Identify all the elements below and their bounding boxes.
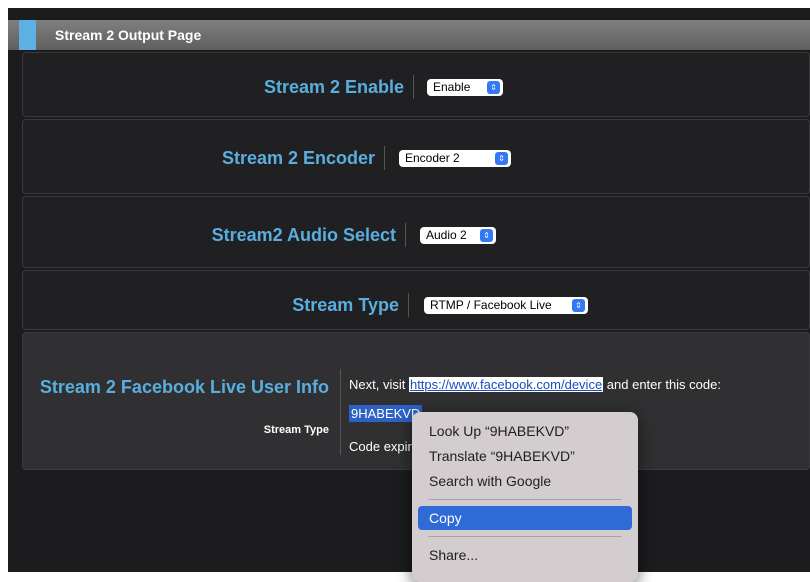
page-header: Stream 2 Output Page <box>8 20 810 50</box>
row-stream-encoder: Stream 2 Encoder Encoder 2 ⇕ <box>22 119 810 194</box>
menu-separator <box>428 499 622 500</box>
facebook-live-subtitle: Stream Type <box>263 424 329 436</box>
audio-select[interactable]: Audio 2 ⇕ <box>420 227 496 244</box>
audio-select-value: Audio 2 <box>426 228 467 242</box>
stream-encoder-label: Stream 2 Encoder <box>221 148 375 168</box>
menu-separator <box>428 536 622 537</box>
row-divider <box>384 146 385 170</box>
row-divider <box>405 223 406 247</box>
up-down-stepper-icon: ⇕ <box>480 229 493 242</box>
up-down-stepper-icon: ⇕ <box>572 299 585 312</box>
stream-type-value: RTMP / Facebook Live <box>430 298 552 312</box>
stream-enable-select[interactable]: Enable ⇕ <box>427 79 503 96</box>
menu-item-translate[interactable]: Translate “9HABEKVD” <box>418 444 632 468</box>
stream-encoder-select[interactable]: Encoder 2 ⇕ <box>399 150 511 167</box>
stream-encoder-value: Encoder 2 <box>405 151 460 165</box>
instructions-suffix: and enter this code: <box>603 377 721 392</box>
code-expiry-text: Code expir <box>349 439 412 454</box>
context-menu: Look Up “9HABEKVD” Translate “9HABEKVD” … <box>412 412 638 582</box>
menu-item-look-up[interactable]: Look Up “9HABEKVD” <box>418 419 632 443</box>
stream-enable-value: Enable <box>433 80 471 94</box>
stream-type-select[interactable]: RTMP / Facebook Live ⇕ <box>424 297 588 314</box>
up-down-stepper-icon: ⇕ <box>487 81 500 94</box>
row-divider <box>408 293 409 317</box>
instructions-prefix: Next, visit <box>349 377 409 392</box>
menu-item-copy[interactable]: Copy <box>418 506 632 530</box>
row-divider <box>413 75 414 99</box>
stream-enable-label: Stream 2 Enable <box>263 77 404 97</box>
stream-type-label: Stream Type <box>292 295 399 315</box>
row-audio-select: Stream2 Audio Select Audio 2 ⇕ <box>22 196 810 268</box>
row-divider <box>340 369 341 455</box>
header-accent-bar <box>19 20 36 50</box>
menu-item-search-google[interactable]: Search with Google <box>418 469 632 493</box>
facebook-live-title: Stream 2 Facebook Live User Info <box>39 377 329 397</box>
row-stream-enable: Stream 2 Enable Enable ⇕ <box>22 52 810 117</box>
menu-item-share[interactable]: Share... <box>418 543 632 567</box>
facebook-instructions: Next, visit https://www.facebook.com/dev… <box>349 377 721 392</box>
facebook-device-link[interactable]: https://www.facebook.com/device <box>408 377 604 392</box>
row-stream-type: Stream Type RTMP / Facebook Live ⇕ <box>22 270 810 330</box>
page-title: Stream 2 Output Page <box>55 27 202 43</box>
up-down-stepper-icon: ⇕ <box>495 152 508 165</box>
audio-select-label: Stream2 Audio Select <box>211 225 396 245</box>
stream-output-screen: Stream 2 Output Page Stream 2 Enable Ena… <box>8 8 810 572</box>
